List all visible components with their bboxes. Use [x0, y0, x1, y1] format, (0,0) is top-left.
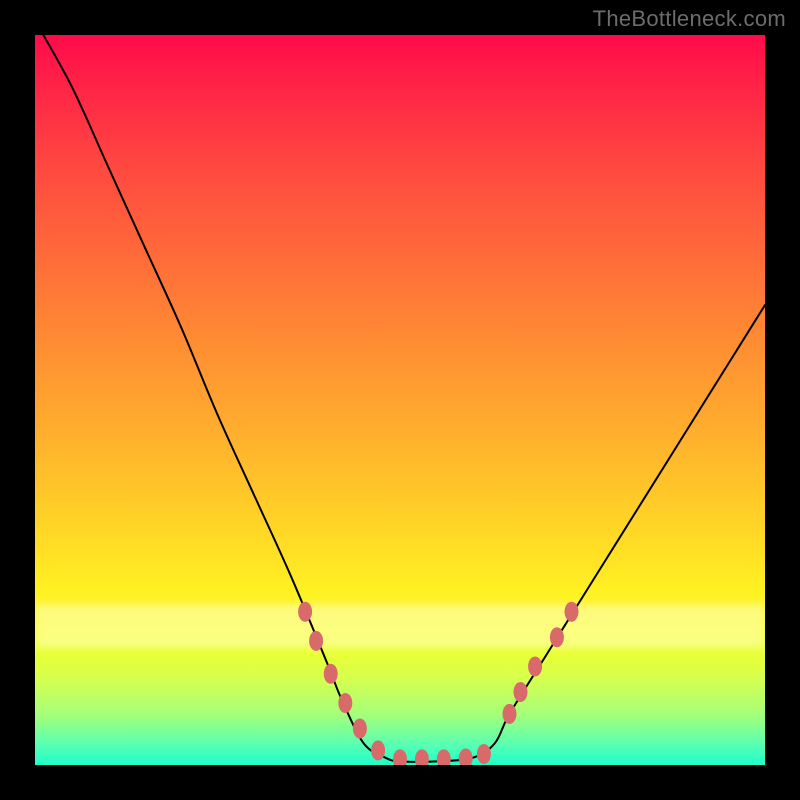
- curve-marker: [371, 740, 385, 760]
- curve-marker: [565, 602, 579, 622]
- curve-markers: [298, 602, 578, 765]
- curve-marker: [477, 744, 491, 764]
- curve-marker: [298, 602, 312, 622]
- curve-marker: [338, 693, 352, 713]
- bottleneck-curve-svg: [35, 35, 765, 765]
- curve-marker: [514, 682, 528, 702]
- curve-marker: [528, 657, 542, 677]
- curve-marker: [550, 627, 564, 647]
- bottleneck-curve: [35, 35, 765, 762]
- attribution-label: TheBottleneck.com: [593, 6, 786, 32]
- curve-marker: [503, 704, 517, 724]
- curve-marker: [437, 749, 451, 765]
- curve-marker: [353, 719, 367, 739]
- plot-area: [35, 35, 765, 765]
- curve-marker: [393, 749, 407, 765]
- curve-marker: [324, 664, 338, 684]
- curve-marker: [309, 631, 323, 651]
- curve-marker: [415, 749, 429, 765]
- frame: TheBottleneck.com: [0, 0, 800, 800]
- curve-marker: [459, 748, 473, 765]
